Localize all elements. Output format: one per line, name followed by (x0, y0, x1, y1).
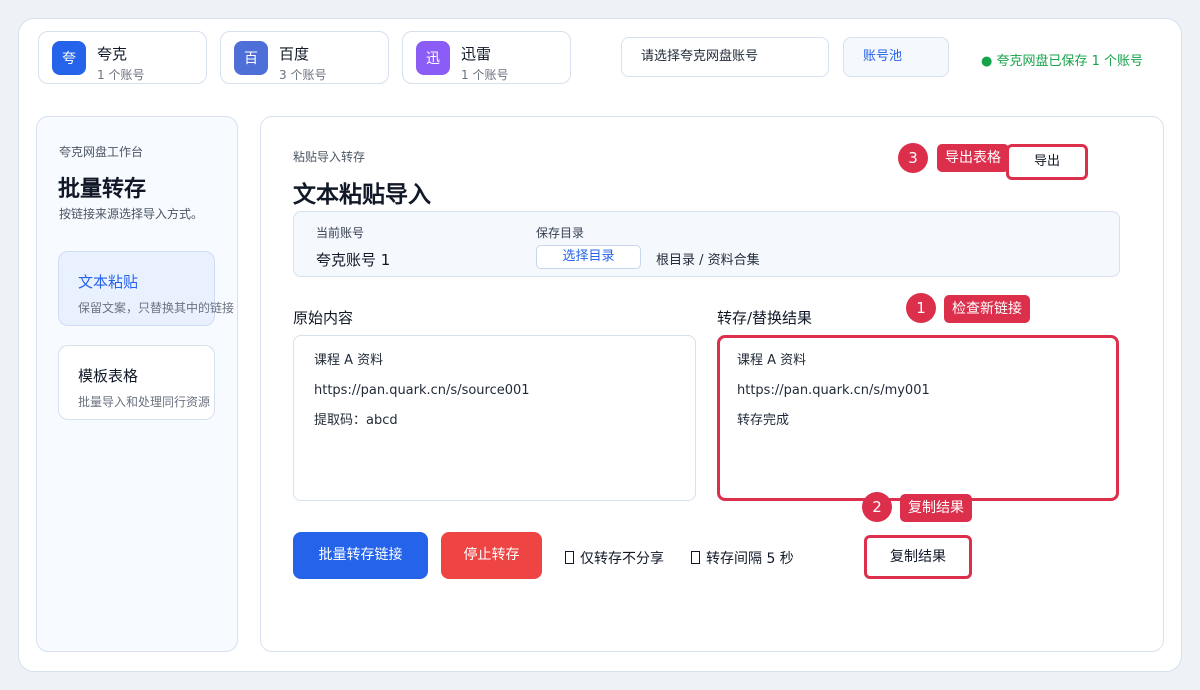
account-name: 迅雷 (461, 45, 492, 63)
result-textarea[interactable]: 课程 A 资料 https://pan.quark.cn/s/my001 转存完… (717, 335, 1119, 501)
export-button[interactable]: 导出 (1006, 144, 1088, 180)
select-directory-button[interactable]: 选择目录 (536, 245, 641, 269)
interval-label: 转存间隔 5 秒 (706, 551, 794, 567)
callout-badge-3: 3 (898, 143, 928, 173)
checkbox-icon (565, 551, 574, 564)
result-line: https://pan.quark.cn/s/my001 (737, 383, 930, 398)
app-window: 夸 夸克 1 个账号 百 百度 3 个账号 迅 迅雷 1 个账号 请选择夸克网盘… (18, 18, 1182, 672)
account-count: 1 个账号 (97, 68, 145, 82)
original-line: 提取码：abcd (314, 413, 398, 428)
callout-label-3: 导出表格 (937, 144, 1009, 172)
callout-label-1: 检查新链接 (944, 295, 1030, 323)
sidebar-title: 批量转存 (58, 177, 147, 202)
sidebar-caption: 夸克网盘工作台 (59, 145, 144, 159)
sidebar-item-text-paste[interactable]: 文本粘贴 保留文案，只替换其中的链接 (58, 251, 234, 326)
original-line: https://pan.quark.cn/s/source001 (314, 383, 530, 398)
callout-label-2: 复制结果 (900, 494, 972, 522)
sidebar-item-desc: 保留文案，只替换其中的链接 (78, 301, 235, 315)
saved-status-text: ● 夸克网盘已保存 1 个账号 (981, 54, 1144, 69)
interval-checkbox[interactable]: 转存间隔 5 秒 (691, 548, 794, 568)
original-line: 课程 A 资料 (314, 353, 384, 368)
account-select[interactable]: 请选择夸克网盘账号 (621, 37, 829, 77)
xunlei-logo-icon: 迅 (416, 41, 450, 75)
checkbox-icon (691, 551, 700, 564)
account-count: 3 个账号 (279, 68, 327, 82)
callout-badge-1: 1 (906, 293, 936, 323)
panel-caption: 粘贴导入转存 (293, 150, 366, 164)
sidebar-item-desc: 批量导入和处理同行资源 (78, 395, 211, 409)
quark-logo-icon: 夸 (52, 41, 86, 75)
result-label: 转存/替换结果 (717, 309, 813, 327)
sidebar-item-title: 模板表格 (78, 367, 139, 385)
current-account-label: 当前账号 (316, 226, 365, 240)
sidebar-description: 按链接来源选择导入方式。 (59, 207, 204, 221)
save-dir-label: 保存目录 (536, 226, 585, 240)
original-content-textarea[interactable]: 课程 A 资料 https://pan.quark.cn/s/source001… (293, 335, 696, 501)
account-card-baidu[interactable]: 百 百度 3 个账号 (220, 31, 389, 84)
account-card-quark[interactable]: 夸 夸克 1 个账号 (38, 31, 207, 84)
account-info-bar: 当前账号 夸克账号 1 保存目录 选择目录 根目录 / 资料合集 (293, 211, 1120, 277)
account-name: 百度 (279, 45, 310, 63)
sidebar-item-template-table[interactable]: 模板表格 批量导入和处理同行资源 (58, 345, 215, 420)
sidebar-item-title: 文本粘贴 (78, 273, 139, 291)
page-title: 文本粘贴导入 (293, 182, 431, 208)
account-name: 夸克 (97, 45, 128, 63)
original-content-label: 原始内容 (293, 309, 354, 327)
copy-result-button[interactable]: 复制结果 (864, 535, 972, 579)
sidebar: 夸克网盘工作台 批量转存 按链接来源选择导入方式。 文本粘贴 保留文案，只替换其… (36, 116, 238, 652)
account-pool-button[interactable]: 账号池 (843, 37, 949, 77)
account-count: 1 个账号 (461, 68, 509, 82)
result-line: 课程 A 资料 (737, 353, 807, 368)
baidu-logo-icon: 百 (234, 41, 268, 75)
no-share-checkbox[interactable]: 仅转存不分享 (565, 548, 664, 568)
stop-transfer-button[interactable]: 停止转存 (441, 532, 542, 579)
main-panel: 粘贴导入转存 文本粘贴导入 导出 当前账号 夸克账号 1 保存目录 选择目录 根… (260, 116, 1164, 652)
account-card-xunlei[interactable]: 迅 迅雷 1 个账号 (402, 31, 571, 84)
batch-transfer-button[interactable]: 批量转存链接 (293, 532, 428, 579)
result-line: 转存完成 (737, 413, 790, 428)
no-share-label: 仅转存不分享 (580, 551, 664, 567)
callout-badge-2: 2 (862, 492, 892, 522)
directory-path: 根目录 / 资料合集 (656, 253, 760, 268)
current-account-value: 夸克账号 1 (316, 251, 391, 269)
